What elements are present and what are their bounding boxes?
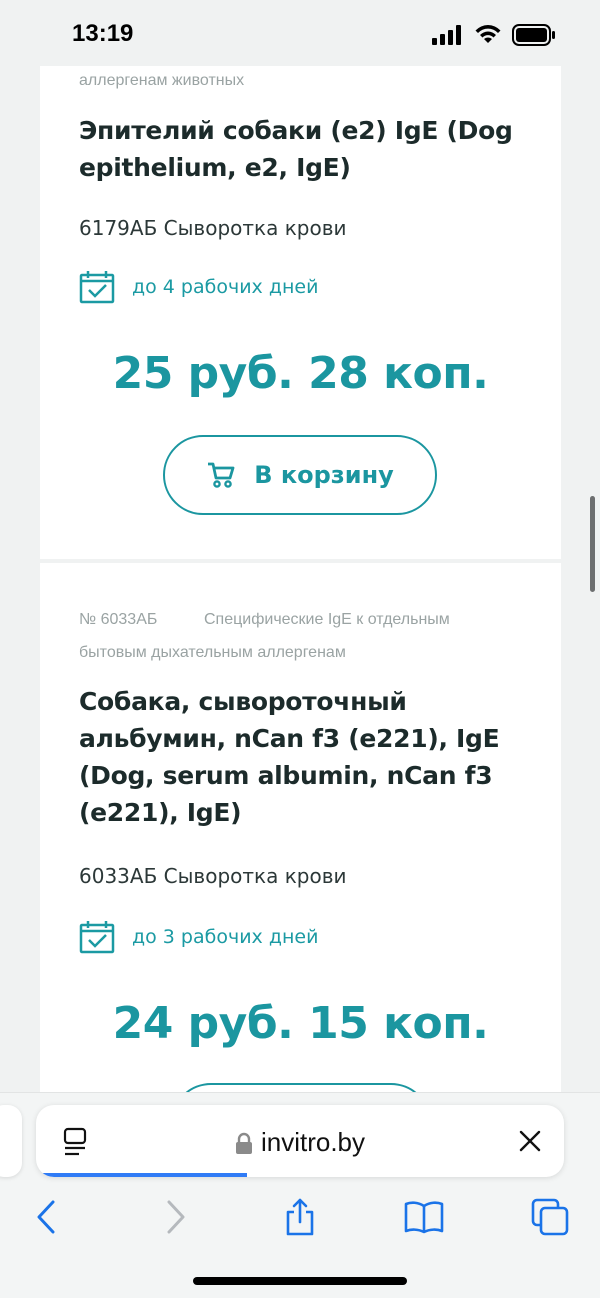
- url-text: invitro.by: [260, 1127, 366, 1157]
- previous-tab-preview[interactable]: [0, 1105, 22, 1177]
- category-text: бытовым дыхательным аллергенам: [79, 644, 346, 661]
- price: 24 руб. 15 коп.: [112, 998, 489, 1049]
- delivery-text: до 3 рабочих дней: [132, 926, 319, 948]
- delivery-time: до 4 рабочих дней: [79, 270, 318, 304]
- chevron-right-icon: [167, 1200, 185, 1234]
- back-button[interactable]: [26, 1197, 66, 1237]
- tabs-icon: [531, 1198, 569, 1236]
- delivery-time: до 3 рабочих дней: [79, 920, 318, 954]
- product-number: № 6033АБ: [79, 611, 158, 628]
- share-icon: [286, 1198, 314, 1236]
- add-to-cart-button[interactable]: [171, 1083, 431, 1092]
- calendar-check-icon: [79, 271, 115, 304]
- share-button[interactable]: [280, 1197, 320, 1237]
- book-icon: [404, 1201, 444, 1234]
- page-load-progress: [36, 1173, 248, 1177]
- product-title[interactable]: Собака, сывороточный альбумин, nCan f3 (…: [79, 683, 519, 831]
- battery-icon: [512, 24, 555, 46]
- delivery-text: до 4 рабочих дней: [132, 276, 319, 298]
- url-display[interactable]: invitro.by: [36, 1127, 564, 1158]
- scrollbar[interactable]: [590, 496, 595, 592]
- product-title[interactable]: Эпителий собаки (e2) IgE (Dog epithelium…: [79, 112, 519, 186]
- tabs-button[interactable]: [530, 1197, 570, 1237]
- price: 25 руб. 28 коп.: [112, 348, 489, 399]
- cellular-signal-icon: [432, 25, 461, 45]
- sample-type: 6033АБ Сыворотка крови: [79, 864, 347, 888]
- bookmarks-button[interactable]: [404, 1197, 444, 1237]
- address-bar[interactable]: invitro.by: [36, 1105, 564, 1177]
- close-icon[interactable]: [518, 1129, 542, 1153]
- lock-icon: [235, 1132, 252, 1154]
- sample-type: 6179АБ Сыворотка крови: [79, 216, 347, 240]
- product-card: аллергенам животных Эпителий собаки (e2)…: [40, 66, 561, 559]
- add-to-cart-button[interactable]: В корзину: [163, 435, 437, 515]
- navigation-toolbar: [0, 1189, 600, 1249]
- calendar-check-icon: [79, 921, 115, 954]
- page-content: аллергенам животных Эпителий собаки (e2)…: [0, 66, 600, 1092]
- category-text: аллергенам животных: [79, 72, 245, 89]
- wifi-icon: [475, 25, 501, 43]
- product-card: № 6033АБ Специфические IgE к отдельным б…: [40, 563, 561, 1092]
- home-indicator[interactable]: [193, 1277, 407, 1285]
- status-time: 13:19: [72, 20, 134, 47]
- cart-icon: [208, 462, 235, 488]
- add-to-cart-label: В корзину: [254, 461, 394, 489]
- category-text: Специфические IgE к отдельным: [204, 611, 450, 628]
- forward-button[interactable]: [156, 1197, 196, 1237]
- chevron-left-icon: [37, 1200, 55, 1234]
- browser-toolbar: invitro.by: [0, 1092, 600, 1298]
- status-bar: 13:19: [0, 0, 600, 66]
- status-icons: [432, 24, 556, 46]
